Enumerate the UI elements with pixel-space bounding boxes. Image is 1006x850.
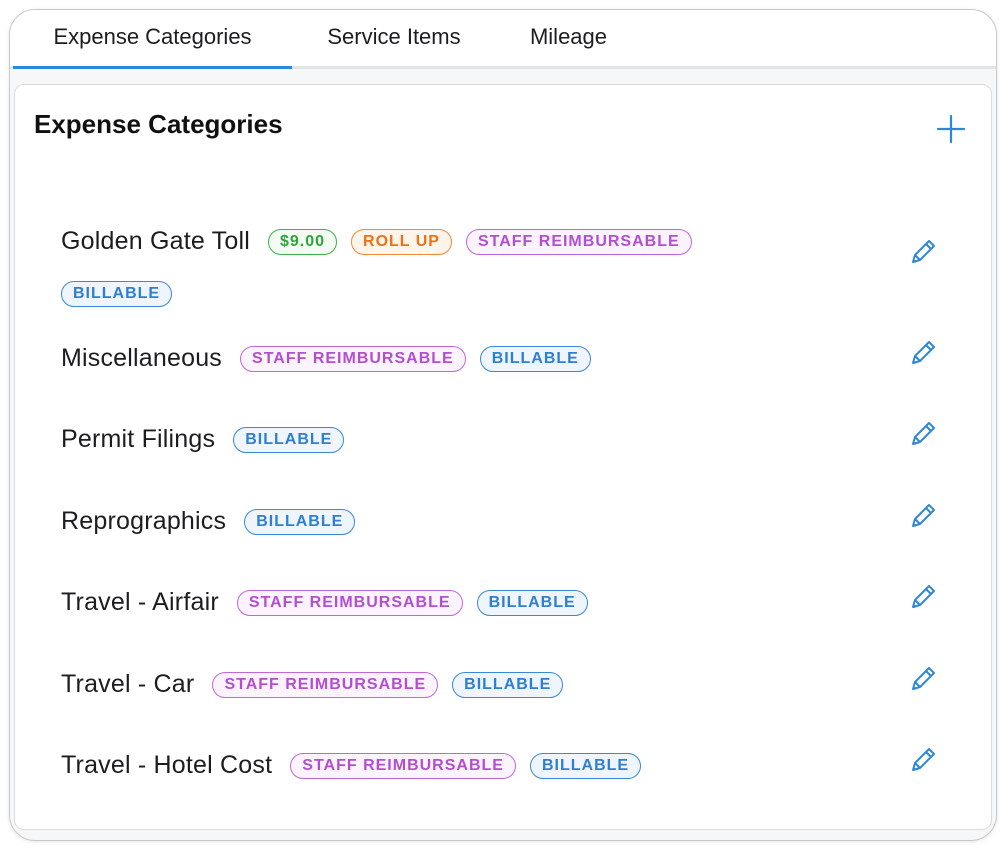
edit-category-button[interactable] [907,418,939,450]
settings-window: Expense Categories Service Items Mileage… [9,9,997,841]
staff-reimbursable-badge: STAFF REIMBURSABLE [290,753,516,779]
edit-category-button[interactable] [907,744,939,776]
staff-reimbursable-badge: STAFF REIMBURSABLE [465,229,692,255]
edit-category-button[interactable] [907,236,939,268]
category-name: Travel - Airfair [61,588,219,616]
edit-category-button[interactable] [907,581,939,613]
category-row: Reprographics BILLABLE [61,501,921,541]
plus-icon [936,114,966,144]
tab-expense-categories[interactable]: Expense Categories [13,10,292,69]
tab-bar: Expense Categories Service Items Mileage [10,10,996,69]
category-name: Golden Gate Toll [61,227,250,255]
edit-category-button[interactable] [907,500,939,532]
category-row: Miscellaneous STAFF REIMBURSABLE BILLABLE [61,338,921,378]
category-row: Travel - Hotel Cost STAFF REIMBURSABLE BIL… [61,745,921,785]
staff-reimbursable-badge: STAFF REIMBURSABLE [240,346,466,372]
edit-category-button[interactable] [907,663,939,695]
category-name: Permit Filings [61,425,216,453]
billable-badge: BILLABLE [244,509,356,535]
category-name: Reprographics [61,507,227,535]
billable-badge: BILLABLE [233,427,345,453]
pencil-icon [912,667,935,690]
category-row: Permit Filings BILLABLE [61,419,921,459]
tab-mileage[interactable]: Mileage [496,10,641,66]
roll-up-badge: ROLL UP [351,229,452,255]
expense-categories-panel: Expense Categories Golden Gate Toll $9.00… [14,84,992,830]
pencil-icon [912,748,935,771]
staff-reimbursable-badge: STAFF REIMBURSABLE [236,590,463,616]
amount-badge: $9.00 [267,229,338,255]
pencil-icon [912,341,935,364]
category-name: Travel - Car [61,670,195,698]
category-name: Miscellaneous [61,344,223,372]
pencil-icon [912,240,935,263]
billable-badge: BILLABLE [61,281,173,307]
pencil-icon [912,585,935,608]
billable-badge: BILLABLE [476,590,588,616]
edit-category-button[interactable] [907,337,939,369]
pencil-icon [912,422,935,445]
add-category-button[interactable] [933,111,969,147]
category-row: Travel - Car STAFF REIMBURSABLE BILLABLE [61,664,921,704]
category-row: Travel - Airfair STAFF REIMBURSABLE BILLAB… [61,582,921,622]
staff-reimbursable-badge: STAFF REIMBURSABLE [212,672,439,698]
billable-badge: BILLABLE [479,346,591,372]
billable-badge: BILLABLE [452,672,564,698]
panel-title: Expense Categories [34,109,283,139]
tab-service-items[interactable]: Service Items [292,10,496,66]
category-row: Golden Gate Toll $9.00 ROLL UP STAFF REIMBU… [61,215,781,319]
billable-badge: BILLABLE [529,753,642,779]
category-name: Travel - Hotel Cost [61,751,273,779]
pencil-icon [912,504,935,527]
